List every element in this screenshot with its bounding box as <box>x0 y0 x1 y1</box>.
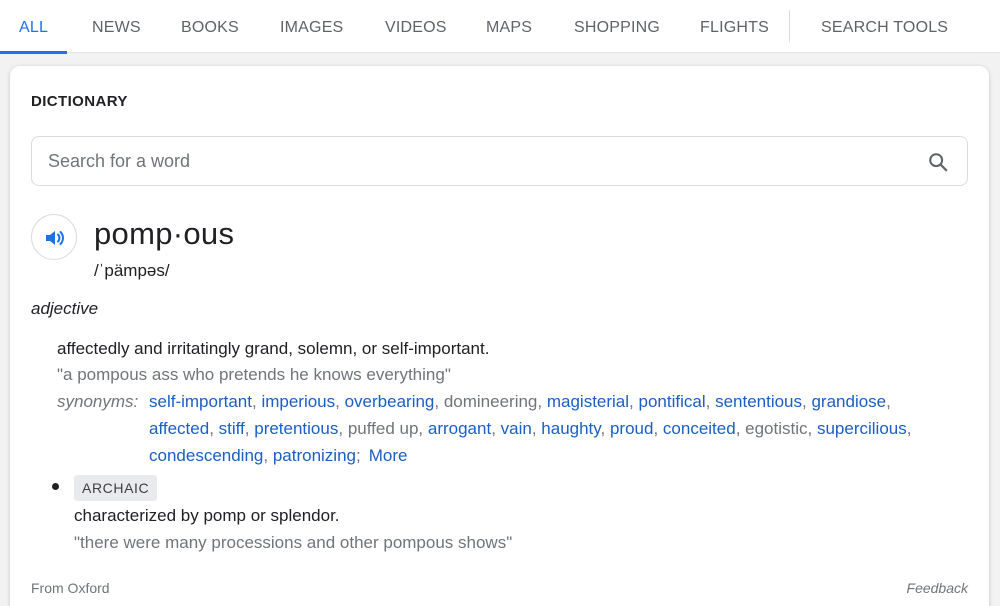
tab-all[interactable]: ALL <box>0 0 68 54</box>
pronunciation-audio-button[interactable] <box>31 214 77 260</box>
synonym[interactable]: pontifical <box>639 392 706 411</box>
synonym[interactable]: sententious <box>715 392 802 411</box>
word-search-input[interactable] <box>48 137 908 185</box>
synonym[interactable]: self-important <box>149 392 252 411</box>
synonym[interactable]: grandiose <box>811 392 886 411</box>
tab-maps[interactable]: MAPS <box>486 0 532 53</box>
synonym-separator: , <box>338 419 348 438</box>
synonym[interactable]: stiff <box>219 419 245 438</box>
synonym-separator: , <box>531 419 542 438</box>
synonym-separator: , <box>244 419 255 438</box>
synonym-separator: , <box>735 419 746 438</box>
synonym[interactable]: imperious <box>261 392 335 411</box>
synonym-separator: , <box>653 419 663 438</box>
tab-videos[interactable]: VIDEOS <box>385 0 447 53</box>
tab-images[interactable]: IMAGES <box>280 0 343 53</box>
synonym[interactable]: patronizing <box>273 446 356 465</box>
synonym[interactable]: vain <box>501 419 532 438</box>
part-of-speech: adjective <box>31 299 99 318</box>
tab-books[interactable]: BOOKS <box>181 0 239 53</box>
search-icon[interactable] <box>927 151 949 173</box>
synonym[interactable]: conceited <box>663 419 736 438</box>
synonym: puffed up <box>347 419 419 438</box>
synonym-separator: , <box>537 392 547 411</box>
word-search-box <box>31 136 968 186</box>
synonym-separator: , <box>209 419 219 438</box>
synonym[interactable]: proud <box>610 419 653 438</box>
source-attribution: From Oxford <box>31 580 110 596</box>
more-synonyms-link[interactable]: More <box>369 446 408 465</box>
synonym: egotistic <box>745 419 808 438</box>
synonym[interactable]: overbearing <box>345 392 435 411</box>
synonym[interactable]: arrogant <box>428 419 491 438</box>
tab-divider <box>789 10 790 42</box>
tab-flights[interactable]: FLIGHTS <box>700 0 769 53</box>
synonym[interactable]: condescending <box>149 446 263 465</box>
speaker-icon <box>46 231 64 245</box>
sense-1: affectedly and irritatingly grand, solem… <box>57 338 957 386</box>
card-title: DICTIONARY <box>31 93 128 110</box>
definition-text: affectedly and irritatingly grand, solem… <box>57 339 490 358</box>
synonym-separator: , <box>491 419 501 438</box>
archaic-badge: ARCHAIC <box>74 475 158 501</box>
synonym[interactable]: supercilious <box>817 419 907 438</box>
phonetic-spelling: /ˈpämpəs/ <box>94 261 170 280</box>
synonym[interactable]: pretentious <box>254 419 338 438</box>
synonym-separator: , <box>906 419 912 438</box>
synonym-separator: , <box>600 419 610 438</box>
synonym-separator: , <box>807 419 817 438</box>
synonym: domineering <box>443 392 538 411</box>
synonym-separator: , <box>886 392 891 411</box>
definition-text: characterized by pomp or splendor. <box>74 506 340 525</box>
synonym-separator: , <box>629 392 639 411</box>
tab-news[interactable]: NEWS <box>92 0 141 53</box>
synonyms-label: synonyms: <box>57 392 139 411</box>
feedback-link[interactable]: Feedback <box>907 580 968 596</box>
synonym[interactable]: haughty <box>541 419 600 438</box>
dictionary-card: DICTIONARY pomp·ous /ˈpämpəs/ adjective … <box>10 66 989 606</box>
synonym-separator: , <box>418 419 428 438</box>
synonym-separator: , <box>263 446 273 465</box>
synonym-separator: ; <box>356 446 361 465</box>
headword: pomp·ous <box>94 216 235 251</box>
synonym-separator: , <box>705 392 716 411</box>
tab-bar: ALL NEWS BOOKS IMAGES VIDEOS MAPS SHOPPI… <box>0 0 1000 54</box>
tab-search-tools[interactable]: SEARCH TOOLS <box>821 0 948 53</box>
bullet <box>52 483 59 490</box>
example-text: "there were many processions and other p… <box>74 533 513 552</box>
example-text: "a pompous ass who pretends he knows eve… <box>57 365 451 384</box>
synonym-separator: , <box>434 392 444 411</box>
synonym[interactable]: affected <box>149 419 209 438</box>
synonym-separator: , <box>335 392 345 411</box>
synonym[interactable]: magisterial <box>547 392 629 411</box>
tab-shopping[interactable]: SHOPPING <box>574 0 660 53</box>
synonyms-list: self-important, imperious, overbearing, … <box>149 388 939 469</box>
